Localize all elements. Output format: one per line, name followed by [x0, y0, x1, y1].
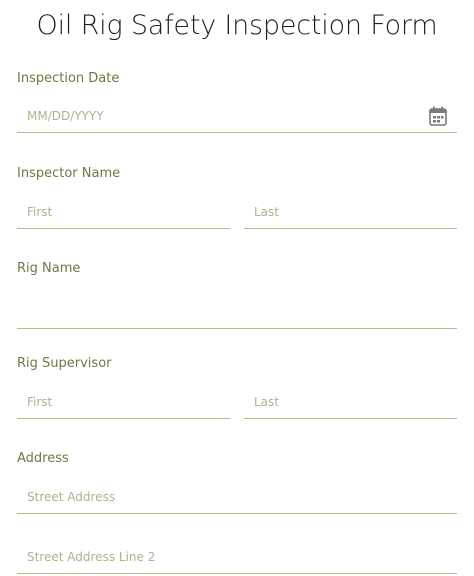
inspector-last-field: [244, 198, 457, 229]
rig-name-input[interactable]: [27, 300, 423, 324]
rig-supervisor-label: Rig Supervisor: [17, 356, 112, 371]
supervisor-first-field: [17, 388, 230, 419]
street-address-input[interactable]: [27, 485, 423, 509]
street-address-line2-field: [17, 543, 457, 574]
form-title: Oil Rig Safety Inspection Form: [36, 10, 438, 41]
inspection-date-field: [17, 102, 457, 133]
street-address-line2-input[interactable]: [27, 545, 423, 569]
calendar-icon[interactable]: [429, 106, 447, 126]
street-address-field: [17, 483, 457, 514]
inspection-date-label: Inspection Date: [17, 71, 120, 86]
rig-name-label: Rig Name: [17, 261, 81, 276]
supervisor-first-input[interactable]: [27, 390, 196, 414]
inspector-first-input[interactable]: [27, 200, 196, 224]
supervisor-last-input[interactable]: [254, 390, 423, 414]
address-label: Address: [17, 451, 69, 466]
rig-name-field: [17, 298, 457, 329]
inspector-last-input[interactable]: [254, 200, 423, 224]
inspector-first-field: [17, 198, 230, 229]
supervisor-last-field: [244, 388, 457, 419]
inspector-name-label: Inspector Name: [17, 166, 121, 181]
inspection-date-input[interactable]: [27, 104, 423, 128]
